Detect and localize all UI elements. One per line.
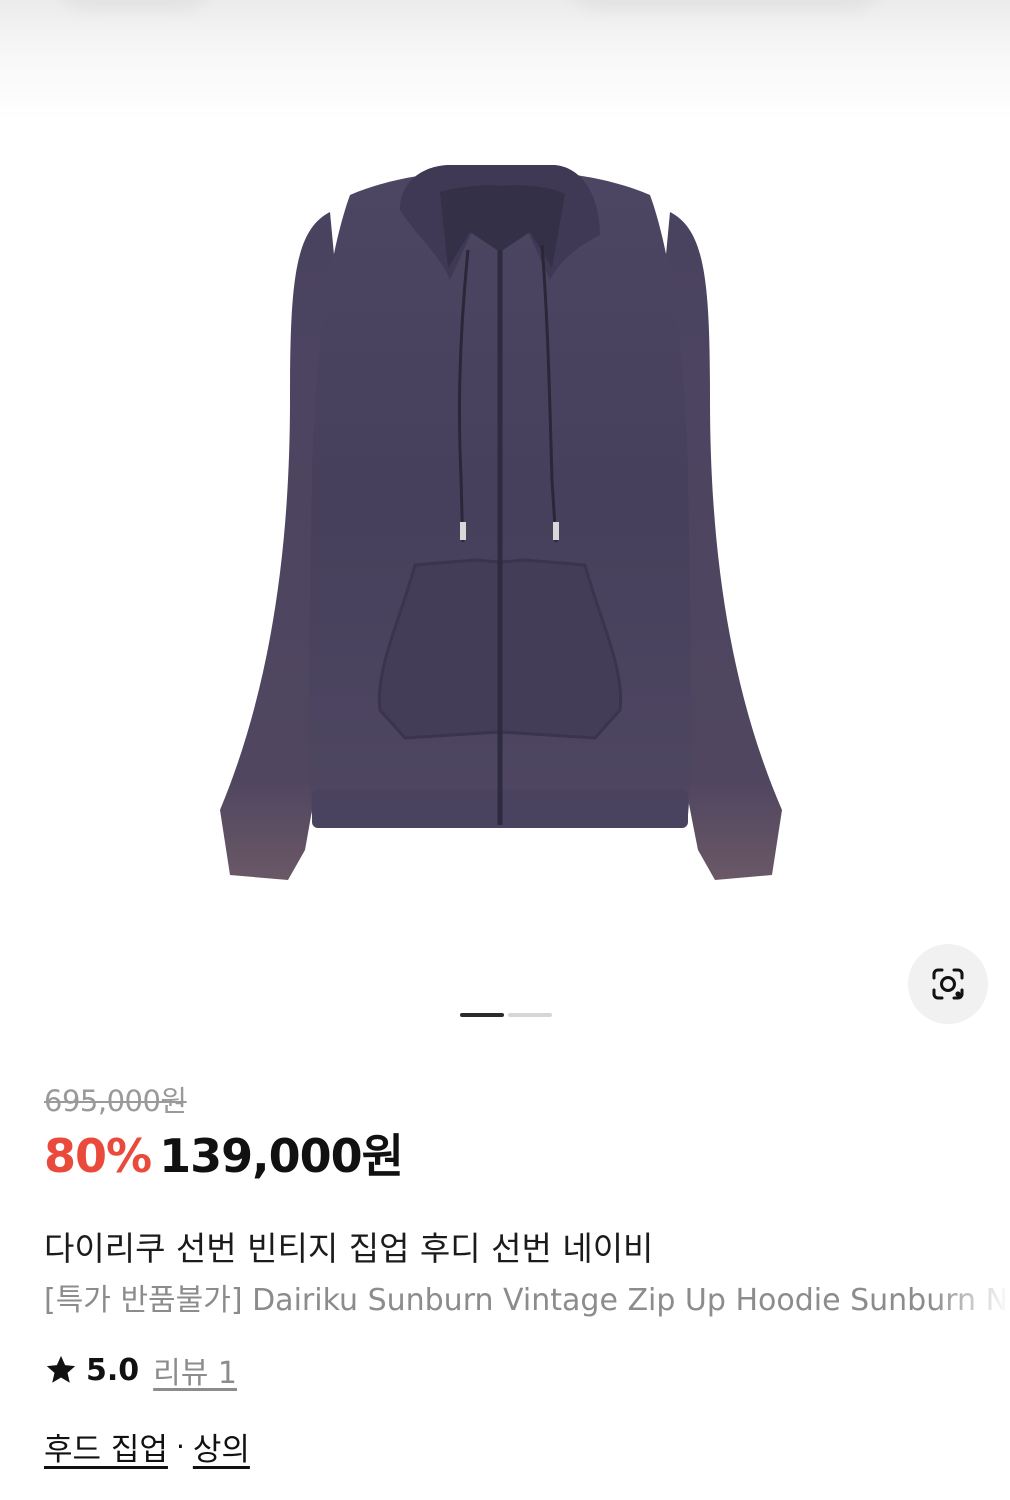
category-breadcrumb: 후드 집업 · 상의 xyxy=(44,1424,250,1469)
sale-price: 139,000원 xyxy=(159,1129,404,1183)
rating-row: 5.0 리뷰 1 xyxy=(44,1348,237,1392)
price-row: 80% 139,000원 xyxy=(44,1120,404,1186)
original-price: 695,000원 xyxy=(44,1084,187,1118)
discount-rate: 80% xyxy=(44,1129,152,1183)
rating-value: 5.0 xyxy=(86,1352,140,1388)
pager-indicator-1[interactable] xyxy=(460,1013,504,1017)
lens-search-button[interactable] xyxy=(908,944,988,1024)
product-title-korean: 다이리쿠 선번 빈티지 집업 후디 선번 네이비 xyxy=(44,1229,654,1268)
star-icon xyxy=(46,1355,76,1383)
lens-search-icon xyxy=(932,968,964,1000)
breadcrumb-separator: · xyxy=(175,1430,185,1463)
category-link-hood-zipup[interactable]: 후드 집업 xyxy=(44,1424,168,1469)
product-image[interactable] xyxy=(200,150,800,890)
pager-indicator-2[interactable] xyxy=(508,1013,552,1017)
product-title-english: [특가 반품불가] Dairiku Sunburn Vintage Zip Up… xyxy=(44,1283,1010,1318)
review-count-link[interactable]: 리뷰 1 xyxy=(153,1348,237,1392)
image-pager xyxy=(460,1013,552,1017)
top-header-backdrop xyxy=(0,0,1010,120)
category-link-top[interactable]: 상의 xyxy=(193,1424,250,1469)
